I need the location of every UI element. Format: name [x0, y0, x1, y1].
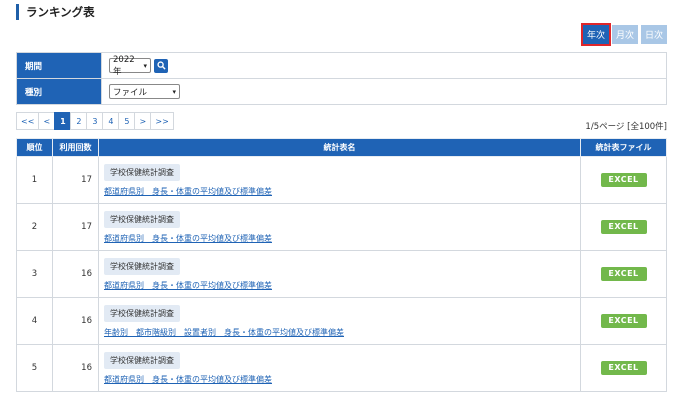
header-name: 統計表名	[98, 138, 581, 157]
page-next[interactable]: >	[134, 112, 152, 130]
chevron-down-icon: ▾	[143, 61, 147, 70]
excel-button[interactable]: EXCEL	[600, 314, 647, 328]
page-2[interactable]: 2	[70, 112, 88, 130]
period-select-value: 2022年	[113, 54, 135, 77]
filter-table: 期間 2022年 ▾ 種別 ファイル ▾	[16, 52, 667, 105]
table-row: 1 17 学校保健統計調査都道府県別 身長・体重の平均値及び標準偏差 EXCEL	[16, 156, 667, 204]
chevron-down-icon: ▾	[172, 87, 176, 96]
excel-button[interactable]: EXCEL	[600, 173, 647, 187]
uses-cell: 17	[52, 203, 99, 251]
header-rank: 順位	[16, 138, 53, 157]
rank-cell: 5	[16, 344, 53, 392]
period-select[interactable]: 2022年 ▾	[109, 55, 151, 77]
page-last[interactable]: >>	[150, 112, 174, 130]
uses-cell: 16	[52, 297, 99, 345]
tab-monthly[interactable]: 月次	[612, 25, 638, 44]
excel-button[interactable]: EXCEL	[600, 267, 647, 281]
type-select[interactable]: ファイル ▾	[109, 84, 180, 99]
rank-cell: 1	[16, 156, 53, 204]
period-label: 期間	[16, 52, 102, 79]
category-badge: 学校保健統計調査	[104, 163, 180, 181]
tab-yearly[interactable]: 年次	[581, 23, 611, 46]
page-prev[interactable]: <	[38, 112, 56, 130]
category-badge: 学校保健統計調査	[104, 210, 180, 228]
header-file: 統計表ファイル	[580, 138, 667, 157]
rank-cell: 2	[16, 203, 53, 251]
excel-button[interactable]: EXCEL	[600, 220, 647, 234]
uses-cell: 16	[52, 250, 99, 298]
page-first[interactable]: <<	[16, 112, 40, 130]
page-1[interactable]: 1	[54, 112, 72, 130]
category-badge: 学校保健統計調査	[104, 257, 180, 275]
page-3[interactable]: 3	[86, 112, 104, 130]
search-button[interactable]	[154, 58, 168, 73]
page-5[interactable]: 5	[118, 112, 136, 130]
table-row: 2 17 学校保健統計調査都道府県別 身長・体重の平均値及び標準偏差 EXCEL	[16, 203, 667, 251]
category-badge: 学校保健統計調査	[104, 304, 180, 322]
category-badge: 学校保健統計調査	[104, 351, 180, 369]
stat-table-link[interactable]: 都道府県別 身長・体重の平均値及び標準偏差	[104, 233, 580, 244]
table-row: 4 16 学校保健統計調査年齢別 都市階級別 設置者別 身長・体重の平均値及び標…	[16, 297, 667, 345]
table-row: 3 16 学校保健統計調査都道府県別 身長・体重の平均値及び標準偏差 EXCEL	[16, 250, 667, 298]
type-select-value: ファイル	[113, 87, 148, 98]
page-4[interactable]: 4	[102, 112, 120, 130]
table-row: 5 16 学校保健統計調査都道府県別 身長・体重の平均値及び標準偏差 EXCEL	[16, 344, 667, 392]
tab-daily[interactable]: 日次	[641, 25, 667, 44]
uses-cell: 16	[52, 344, 99, 392]
stat-table-link[interactable]: 都道府県別 身長・体重の平均値及び標準偏差	[104, 280, 580, 291]
header-uses: 利用回数	[52, 138, 99, 157]
period-tabs: 年次 月次 日次	[581, 23, 667, 46]
stat-table-link[interactable]: 年齢別 都市階級別 設置者別 身長・体重の平均値及び標準偏差	[104, 327, 580, 338]
type-label: 種別	[16, 78, 102, 105]
search-icon	[156, 61, 166, 70]
page-title: ランキング表	[16, 4, 95, 20]
stat-table-link[interactable]: 都道府県別 身長・体重の平均値及び標準偏差	[104, 186, 580, 197]
pagination: << < 1 2 3 4 5 > >>	[16, 112, 174, 130]
excel-button[interactable]: EXCEL	[600, 361, 647, 375]
uses-cell: 17	[52, 156, 99, 204]
ranking-table: 順位 利用回数 統計表名 統計表ファイル 1 17 学校保健統計調査都道府県別 …	[16, 138, 667, 392]
page-info: 1/5ページ [全100件]	[585, 122, 667, 132]
rank-cell: 3	[16, 250, 53, 298]
rank-cell: 4	[16, 297, 53, 345]
stat-table-link[interactable]: 都道府県別 身長・体重の平均値及び標準偏差	[104, 374, 580, 385]
